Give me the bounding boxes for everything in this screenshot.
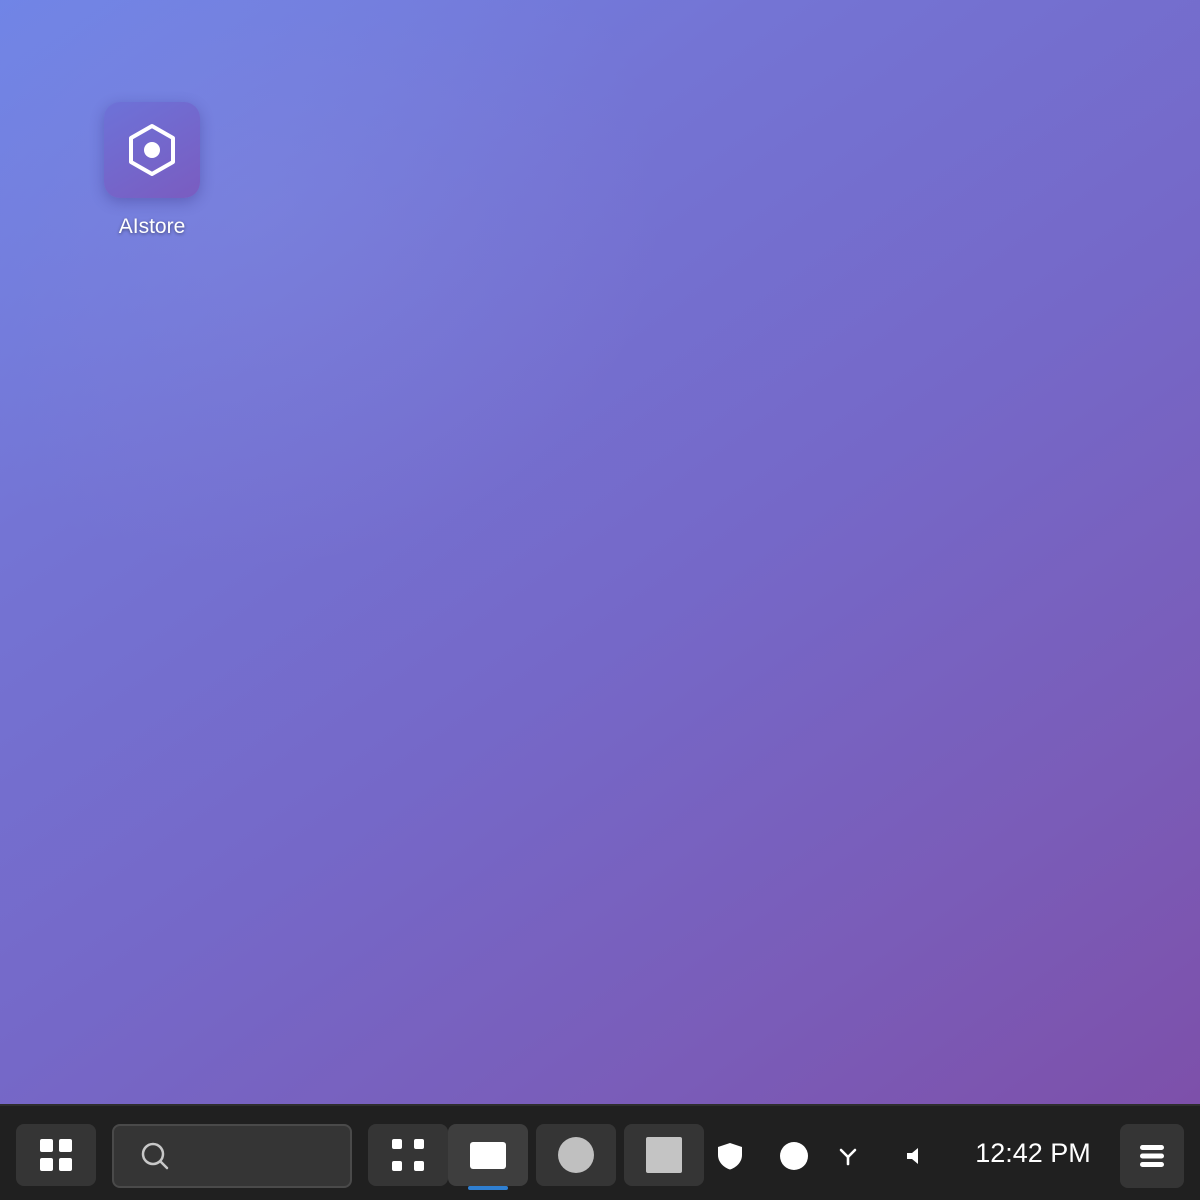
desktop-icon-label: AIstore [118,215,186,238]
circle-icon [780,1142,808,1170]
volume-icon [907,1148,918,1164]
wallpaper-glow [0,0,700,600]
network-icon [839,1148,857,1166]
start-button[interactable] [16,1124,96,1186]
taskbar-app-circle-button[interactable] [536,1124,616,1186]
desktop[interactable]: AIstore [0,0,1200,1104]
status-tray-button[interactable] [778,1140,810,1172]
taskbar: 12:42 PM [0,1104,1200,1200]
search-input[interactable] [112,1124,352,1188]
circle-icon [558,1137,594,1173]
window-icon [470,1141,506,1169]
menu-icon [1140,1145,1164,1167]
search-icon [141,1142,169,1170]
task-view-button[interactable] [368,1124,448,1186]
notification-menu-button[interactable] [1120,1124,1184,1188]
taskbar-app-square-button[interactable] [624,1124,704,1186]
aistore-app-tile[interactable] [104,102,200,198]
square-icon [646,1137,682,1173]
taskbar-clock[interactable]: 12:42 PM [966,1138,1100,1172]
active-app-indicator [468,1186,508,1190]
grid-icon [40,1139,72,1171]
network-tray-button[interactable] [832,1140,864,1172]
taskbar-app-window-button[interactable] [448,1124,528,1186]
volume-tray-button[interactable] [898,1140,930,1172]
security-tray-button[interactable] [714,1140,746,1172]
hexagon-icon [129,124,175,176]
shield-icon [718,1143,742,1170]
desktop-icon-aistore[interactable]: AIstore [92,102,212,252]
grid-icon [392,1139,424,1171]
